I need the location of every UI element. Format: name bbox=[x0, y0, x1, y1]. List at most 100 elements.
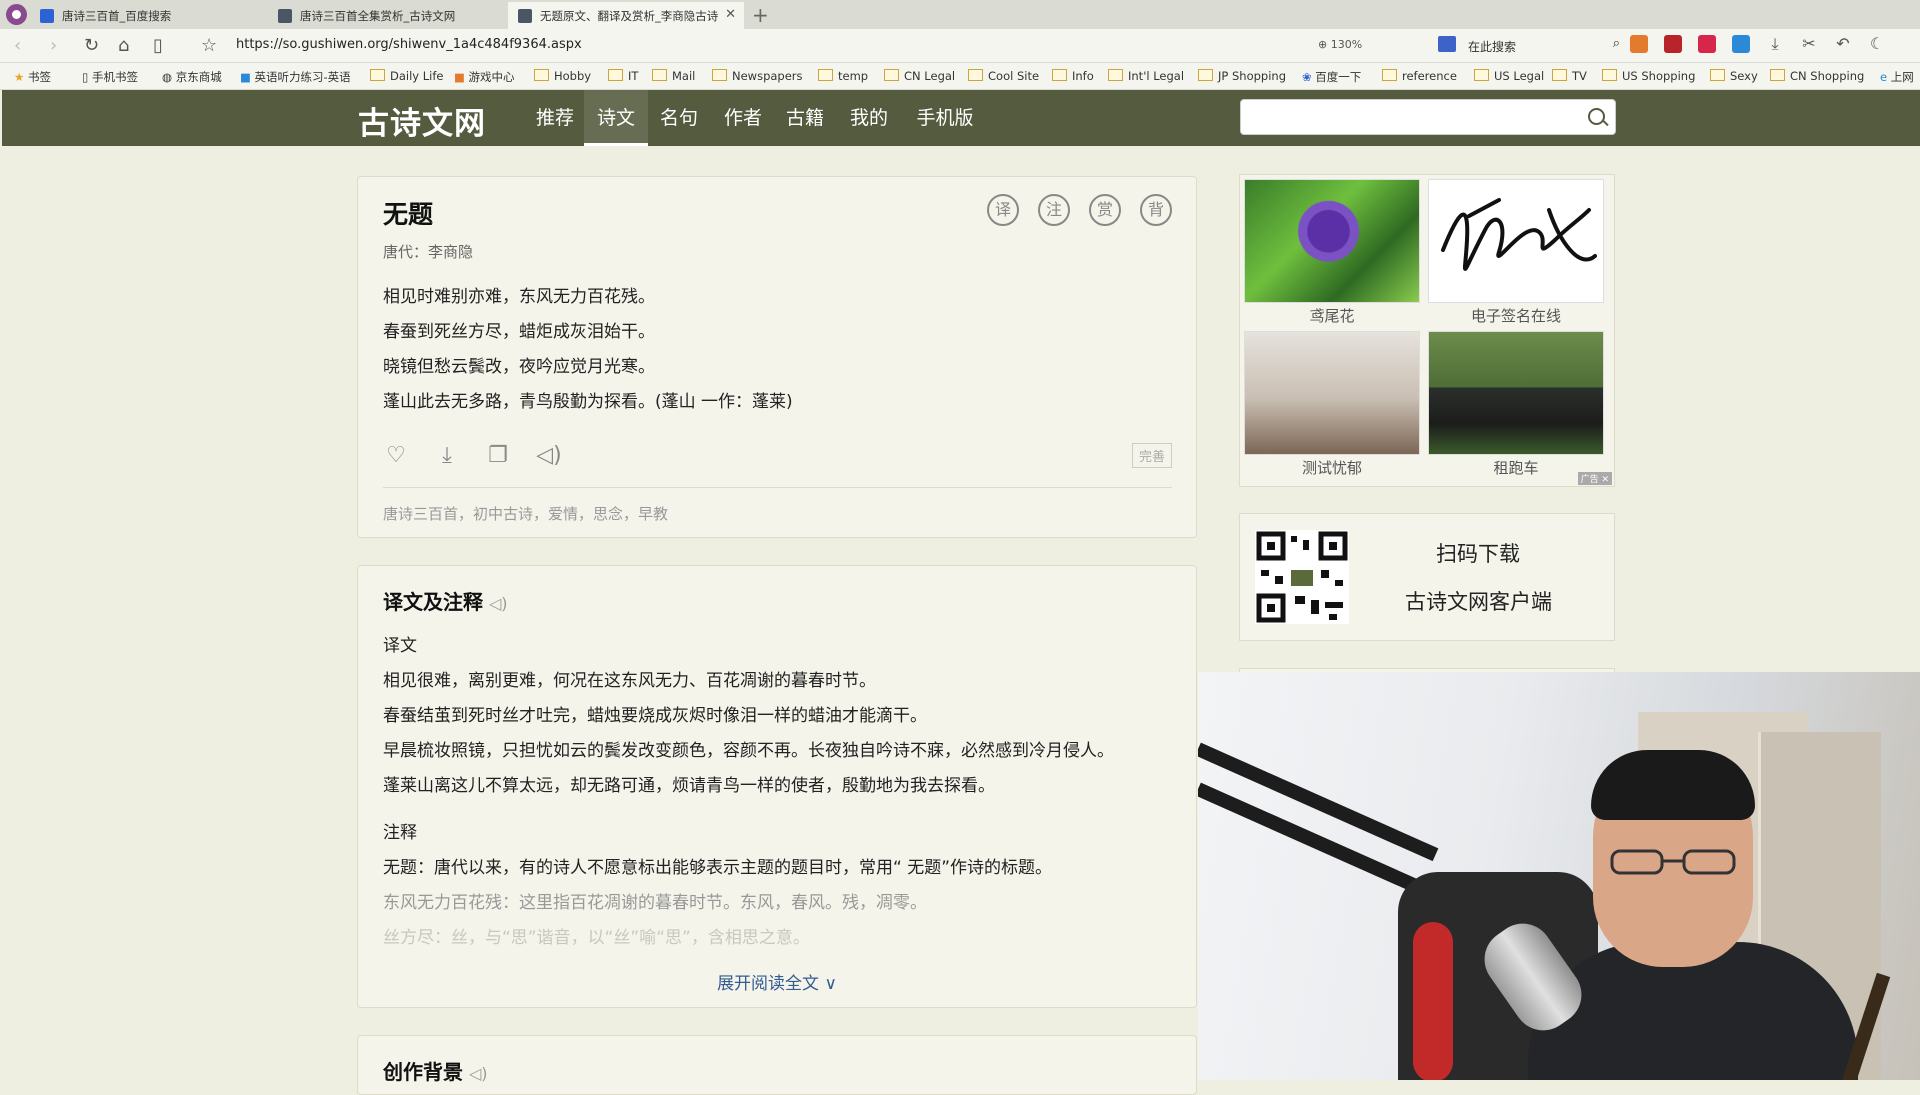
section-title-text: 译文及注释 bbox=[383, 590, 483, 614]
ad-item[interactable]: 租跑车 bbox=[1428, 331, 1604, 478]
bookmark-label: 英语听力练习-英语 bbox=[254, 70, 351, 84]
speaker-icon[interactable]: ◁) bbox=[536, 443, 562, 469]
bookmark-us-legal[interactable]: US Legal bbox=[1474, 69, 1544, 83]
baidu-paw-icon: ❀ bbox=[1302, 70, 1312, 84]
site-logo[interactable]: 古诗文网 bbox=[358, 98, 486, 143]
bookmark-more[interactable]: e 上网 bbox=[1880, 69, 1914, 85]
bookmark-newspapers[interactable]: Newspapers bbox=[712, 69, 803, 83]
bookmark-cn-shopping[interactable]: CN Shopping bbox=[1770, 69, 1864, 83]
recite-button[interactable]: 背 bbox=[1140, 194, 1172, 226]
back-icon[interactable]: ‹ bbox=[14, 35, 21, 56]
yiwen-line: 春蚕结茧到死时丝才吐完，蜡烛要烧成灰烬时像泪一样的蜡油才能滴干。 bbox=[383, 706, 927, 726]
tab-gushiwen-300[interactable]: 唐诗三百首全集赏析_古诗文网 bbox=[268, 2, 506, 29]
bookmark-us-shopping[interactable]: US Shopping bbox=[1602, 69, 1695, 83]
bookmark-mobile[interactable]: ▯ 手机书签 bbox=[82, 69, 138, 85]
folder-icon bbox=[370, 69, 385, 81]
tab-title: 唐诗三百首_百度搜索 bbox=[62, 9, 172, 23]
poem-title: 无题 bbox=[383, 200, 434, 229]
nav-famous-lines[interactable]: 名句 bbox=[652, 90, 706, 146]
bookmark-sexy[interactable]: Sexy bbox=[1710, 69, 1758, 83]
bookmark-jd[interactable]: ◍ 京东商城 bbox=[162, 69, 222, 85]
bookmark-cool-site[interactable]: Cool Site bbox=[968, 69, 1039, 83]
iris-image bbox=[1244, 179, 1420, 303]
bookmark-jp-shopping[interactable]: JP Shopping bbox=[1198, 69, 1286, 83]
bookmark-mail[interactable]: Mail bbox=[652, 69, 695, 83]
poem-tags[interactable]: 唐诗三百首，初中古诗，爱情，思念，早教 bbox=[383, 503, 668, 524]
home-icon[interactable]: ⌂ bbox=[118, 35, 129, 56]
download-icon[interactable]: ⤓ bbox=[1766, 35, 1784, 53]
bookmark-daily-life[interactable]: Daily Life bbox=[370, 69, 443, 83]
address-bar: ‹ › ↻ ⌂ ▯ ☆ https://so.gushiwen.org/shiw… bbox=[0, 29, 1920, 63]
nav-poems[interactable]: 诗文 bbox=[584, 90, 648, 146]
translate-button[interactable]: 译 bbox=[987, 194, 1019, 226]
browser-menu-icon[interactable] bbox=[6, 4, 27, 25]
bookmark-cn-legal[interactable]: CN Legal bbox=[884, 69, 955, 83]
bookmark-label: Cool Site bbox=[988, 69, 1040, 83]
poem-card: 无题 唐代：李商隐 译 注 赏 背 相见时难别亦难，东风无力百花残。 春蚕到死丝… bbox=[357, 176, 1197, 538]
ad-item[interactable]: 鸢尾花 bbox=[1244, 179, 1420, 326]
phone-icon: ▯ bbox=[82, 70, 89, 84]
zoom-level[interactable]: ⊕ 130% bbox=[1318, 38, 1362, 51]
search-icon[interactable]: ⌕ bbox=[1613, 36, 1620, 51]
reader-icon[interactable]: ▯ bbox=[153, 35, 163, 56]
bookmark-intl-legal[interactable]: Int'l Legal bbox=[1108, 69, 1184, 83]
speaker-icon[interactable]: ◁) bbox=[489, 594, 508, 613]
poem-dynasty-author[interactable]: 唐代：李商隐 bbox=[383, 241, 473, 262]
perfect-button[interactable]: 完善 bbox=[1131, 443, 1172, 468]
game-icon: ■ bbox=[454, 70, 465, 84]
appreciate-button[interactable]: 赏 bbox=[1089, 194, 1121, 226]
nav-mine[interactable]: 我的 bbox=[842, 90, 896, 146]
tab-baidu-search[interactable]: 唐诗三百首_百度搜索 bbox=[30, 2, 266, 29]
pdf-extension-icon[interactable] bbox=[1664, 35, 1682, 53]
reload-icon[interactable]: ↻ bbox=[84, 35, 99, 56]
qr-code-icon[interactable] bbox=[1255, 530, 1349, 624]
bookmark-baidu[interactable]: ❀ 百度一下 bbox=[1302, 69, 1361, 85]
favorite-star-icon[interactable]: ☆ bbox=[201, 35, 217, 56]
night-mode-icon[interactable]: ☾ bbox=[1868, 35, 1886, 53]
pocket-extension-icon[interactable] bbox=[1698, 35, 1716, 53]
browser-search-box[interactable]: 在此搜索 ⌕ bbox=[1434, 33, 1620, 57]
bookmark-hobby[interactable]: Hobby bbox=[534, 69, 591, 83]
copy-icon[interactable]: ❐ bbox=[485, 443, 511, 469]
nav-authors[interactable]: 作者 bbox=[716, 90, 770, 146]
close-tab-icon[interactable]: ✕ bbox=[725, 7, 736, 22]
bookmark-temp[interactable]: temp bbox=[818, 69, 868, 83]
annotate-button[interactable]: 注 bbox=[1038, 194, 1070, 226]
nav-recommend[interactable]: 推荐 bbox=[528, 90, 582, 146]
poem-line: 相见时难别亦难，东风无力百花残。 bbox=[383, 287, 655, 307]
site-search-input[interactable] bbox=[1249, 102, 1573, 134]
scissors-icon[interactable]: ✂ bbox=[1800, 35, 1818, 53]
nav-mobile[interactable]: 手机版 bbox=[908, 90, 982, 146]
bookmark-extension-icon[interactable] bbox=[1732, 35, 1750, 53]
bookmark-english[interactable]: ■ 英语听力练习-英语 bbox=[240, 69, 356, 85]
globe-icon: ◍ bbox=[162, 70, 173, 84]
bookmark-info[interactable]: Info bbox=[1052, 69, 1094, 83]
folder-icon bbox=[968, 69, 983, 81]
bookmark-tv[interactable]: TV bbox=[1552, 69, 1587, 83]
bookmark-star[interactable]: ★ 书签 bbox=[14, 69, 51, 85]
folder-icon bbox=[534, 69, 549, 81]
search-icon[interactable] bbox=[1588, 108, 1605, 125]
gushiwen-favicon-icon bbox=[278, 9, 292, 23]
ad-item[interactable]: 测试忧郁 bbox=[1244, 331, 1420, 478]
speaker-icon[interactable]: ◁) bbox=[469, 1064, 488, 1083]
search-engine-icon[interactable] bbox=[1438, 36, 1456, 52]
undo-icon[interactable]: ↶ bbox=[1834, 35, 1852, 53]
ad-item[interactable]: 电子签名在线 bbox=[1428, 179, 1604, 326]
ad-label[interactable]: 广告 ✕ bbox=[1577, 472, 1612, 485]
forward-icon[interactable]: › bbox=[50, 35, 57, 56]
bookmark-games[interactable]: ■ 游戏中心 bbox=[454, 69, 515, 85]
new-tab-icon[interactable]: + bbox=[752, 3, 769, 27]
bookmark-reference[interactable]: reference bbox=[1382, 69, 1457, 83]
poem-actions: ♡ ⤓ ❐ ◁) bbox=[383, 443, 562, 469]
gushiwen-favicon-icon bbox=[518, 9, 532, 23]
heart-icon[interactable]: ♡ bbox=[383, 443, 409, 469]
expand-full-text-link[interactable]: 展开阅读全文 ∨ bbox=[358, 969, 1196, 994]
game-extension-icon[interactable] bbox=[1630, 35, 1648, 53]
url-field[interactable]: https://so.gushiwen.org/shiwenv_1a4c484f… bbox=[236, 37, 582, 52]
nav-classics[interactable]: 古籍 bbox=[778, 90, 832, 146]
download-icon[interactable]: ⤓ bbox=[434, 443, 460, 469]
bookmark-it[interactable]: IT bbox=[608, 69, 638, 83]
bookmark-label: Info bbox=[1072, 69, 1094, 83]
tab-wuti[interactable]: 无题原文、翻译及赏析_李商隐古诗 ✕ bbox=[508, 2, 744, 29]
